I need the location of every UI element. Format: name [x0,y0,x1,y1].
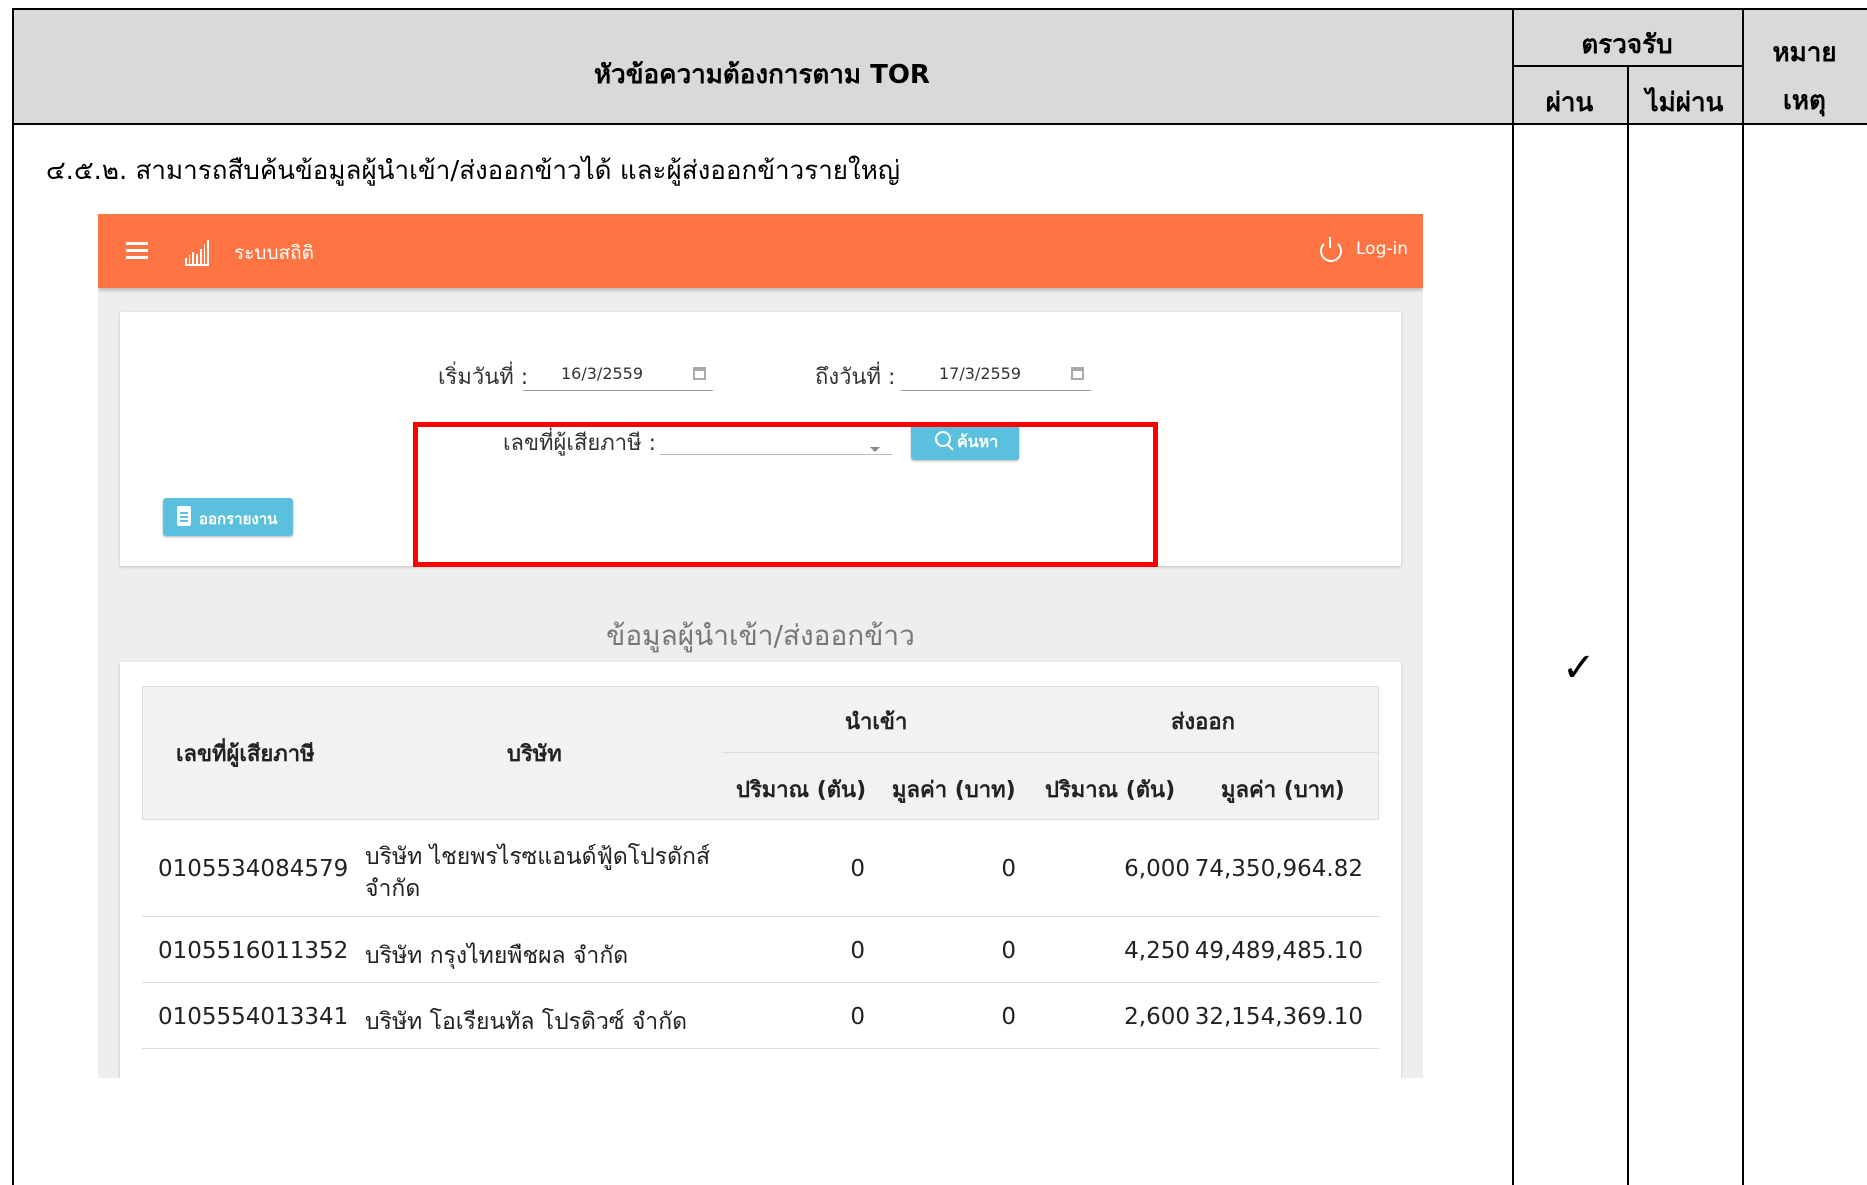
row1-import-value: 0 [1001,856,1016,882]
col-import-qty: ปริมาณ (ตัน) [736,778,867,803]
col-divider-pass [1627,65,1629,1185]
group-import: นำเข้า [845,710,908,735]
results-panel: เลขที่ผู้เสียภาษี บริษัท นำเข้า ส่งออก ป… [120,662,1401,1078]
row1-export-qty: 6,000 [1124,856,1190,882]
calendar-icon[interactable] [693,367,706,380]
start-date-value: 16/3/2559 [561,364,644,383]
export-report-label: ออกรายงาน [199,510,278,528]
power-icon[interactable] [1320,237,1342,262]
requirements-header: หัวข้อความต้องการตาม TOR [594,60,930,90]
export-report-button[interactable]: ออกรายงาน [163,498,293,536]
row2-import-value: 0 [1001,938,1016,964]
col-import-value: มูลค่า (บาท) [892,778,1016,803]
start-date-label: เริ่มวันที่ : [438,365,529,390]
group-export: ส่งออก [1171,710,1235,735]
row3-company: บริษัท โอเรียนทัล โปรดิวซ์ จำกัด [365,1009,688,1035]
col-export-value: มูลค่า (บาท) [1221,778,1345,803]
requirement-text: ๔.๕.๒. สามารถสืบค้นข้อมูลผู้นำเข้า/ส่งออ… [46,156,901,186]
acceptance-header: ตรวจรับ [1581,30,1673,60]
row1-import-qty: 0 [850,856,865,882]
pass-check-icon: ✓ [1562,645,1596,691]
app-toolbar: ระบบสถิติ Log-in [98,214,1423,288]
col-export-qty: ปริมาณ (ตัน) [1045,778,1176,803]
fail-header: ไม่ผ่าน [1645,88,1724,118]
app-screenshot: ระบบสถิติ Log-in เริ่มวันที่ : 16/3/2559… [98,214,1423,1078]
clipboard-icon [177,506,191,526]
remarks-header-line2: เหตุ [1783,86,1826,116]
border-left [12,8,14,1185]
row2-taxid: 0105516011352 [158,938,349,964]
login-link[interactable]: Log-in [1356,239,1408,259]
row3-import-qty: 0 [850,1004,865,1030]
end-date-value: 17/3/2559 [939,364,1022,383]
row3-import-value: 0 [1001,1004,1016,1030]
group-header-divider [722,752,1379,753]
results-table: เลขที่ผู้เสียภาษี บริษัท นำเข้า ส่งออก ป… [142,686,1379,1078]
header-divider [12,123,1867,125]
section-title: ข้อมูลผู้นำเข้า/ส่งออกข้าว [606,619,915,652]
menu-icon[interactable] [126,242,148,260]
row1-taxid: 0105534084579 [158,856,349,882]
row2-export-value: 49,489,485.10 [1194,938,1363,964]
row-divider [142,1048,1379,1049]
border-top [12,8,1867,10]
row2-company: บริษัท กรุงไทยพืชผล จำกัด [365,943,629,969]
row1-company-line2: จำกัด [365,876,421,902]
row-divider [142,916,1379,917]
row3-taxid: 0105554013341 [158,1004,349,1030]
end-date-input[interactable]: 17/3/2559 [901,358,1091,391]
row-divider [142,982,1379,983]
col-divider-requirements [1512,8,1514,1185]
row2-export-qty: 4,250 [1124,938,1190,964]
col-divider-remarks [1742,8,1744,1185]
end-date-label: ถึงวันที่ : [815,365,896,390]
col-company: บริษัท [507,742,562,767]
remarks-header-line1: หมาย [1772,38,1837,68]
row3-export-qty: 2,600 [1124,1004,1190,1030]
app-title: ระบบสถิติ [234,242,314,264]
row1-export-value: 74,350,964.82 [1194,856,1363,882]
highlight-box [413,422,1158,567]
row2-import-qty: 0 [850,938,865,964]
filter-panel: เริ่มวันที่ : 16/3/2559 ถึงวันที่ : 17/3… [120,312,1401,567]
pass-header: ผ่าน [1545,88,1594,118]
bar-chart-icon [185,238,210,266]
row3-export-value: 32,154,369.10 [1194,1004,1363,1030]
calendar-icon[interactable] [1071,367,1084,380]
row1-company-line1: บริษัท ไชยพรไรซแอนด์ฟู้ดโปรดักส์ [365,844,711,870]
start-date-input[interactable]: 16/3/2559 [523,358,713,391]
col-taxid: เลขที่ผู้เสียภาษี [176,742,315,767]
